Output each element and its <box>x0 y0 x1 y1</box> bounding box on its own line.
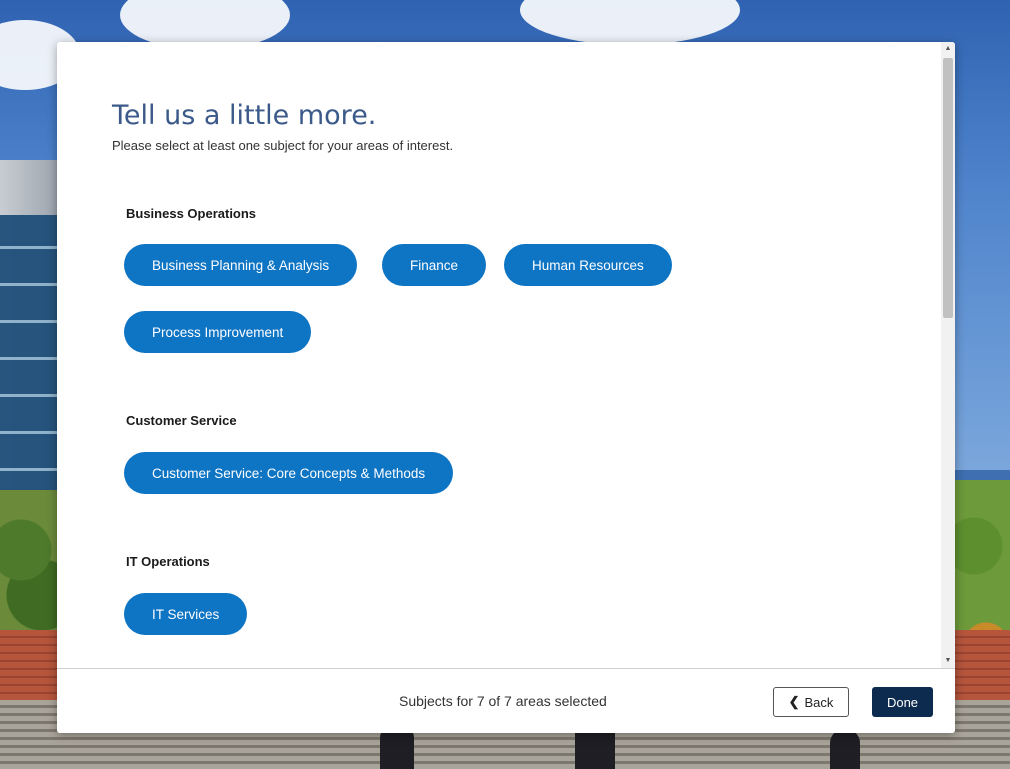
vertical-scrollbar[interactable]: ▲ ▼ <box>941 42 955 668</box>
scroll-up-arrow-icon[interactable]: ▲ <box>941 42 955 56</box>
selection-status: Subjects for 7 of 7 areas selected <box>399 693 607 709</box>
subject-chip-process-improvement[interactable]: Process Improvement <box>124 311 312 353</box>
section-title-customer-service: Customer Service <box>126 413 237 428</box>
scrollbar-thumb[interactable] <box>943 58 953 318</box>
section-title-business-operations: Business Operations <box>126 206 257 221</box>
chevron-left-icon: ❮ <box>788 694 800 709</box>
person <box>830 729 860 769</box>
subject-selection-dialog: Tell us a little more. Please select at … <box>57 42 955 733</box>
page-subtitle: Please select at least one subject for y… <box>112 138 454 153</box>
scroll-down-arrow-icon[interactable]: ▼ <box>941 654 955 668</box>
building-glass <box>0 215 58 505</box>
subject-chip-business-planning-analysis[interactable]: Business Planning & Analysis <box>124 244 358 286</box>
dialog-content: Tell us a little more. Please select at … <box>57 42 940 668</box>
page-title: Tell us a little more. <box>112 100 377 131</box>
back-button[interactable]: ❮ Back <box>773 687 849 717</box>
subject-chip-human-resources[interactable]: Human Resources <box>504 244 672 286</box>
done-button[interactable]: Done <box>872 687 933 717</box>
subject-chip-it-services[interactable]: IT Services <box>124 593 248 635</box>
subject-chip-finance[interactable]: Finance <box>382 244 487 286</box>
subject-chip-customer-service-core-concepts[interactable]: Customer Service: Core Concepts & Method… <box>124 452 454 494</box>
dialog-footer: Subjects for 7 of 7 areas selected ❮ Bac… <box>57 668 955 733</box>
back-button-label: Back <box>804 694 834 710</box>
section-title-it-operations: IT Operations <box>126 554 210 569</box>
